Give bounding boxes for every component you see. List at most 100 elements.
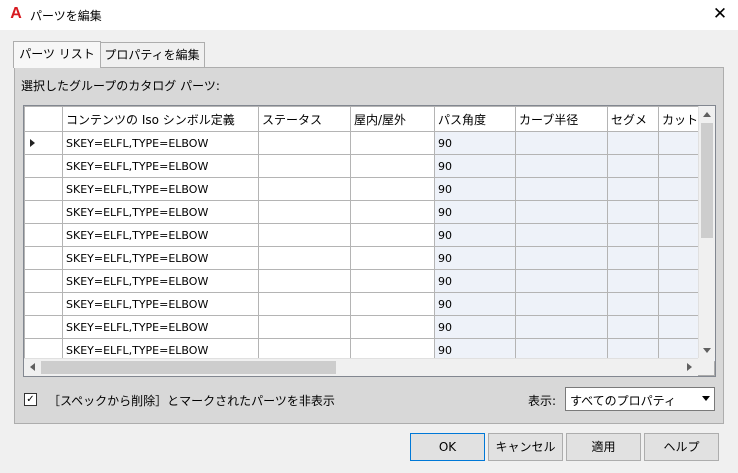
table-cell[interactable] — [258, 292, 351, 316]
scroll-up-icon[interactable] — [699, 106, 715, 122]
row-header[interactable] — [24, 246, 63, 270]
table-row[interactable]: SKEY=ELFL,TYPE=ELBOW 90 — [24, 292, 715, 316]
row-header[interactable] — [24, 315, 63, 339]
tab-edit-properties[interactable]: プロパティを編集 — [99, 42, 205, 67]
table-cell[interactable]: 90 — [434, 223, 516, 247]
table-row[interactable]: SKEY=ELFL,TYPE=ELBOW 90 — [24, 315, 715, 339]
column-header[interactable]: 屋内/屋外 — [350, 106, 435, 132]
close-icon[interactable]: ✕ — [706, 2, 734, 26]
table-row[interactable]: SKEY=ELFL,TYPE=ELBOW 90 — [24, 269, 715, 293]
help-button[interactable]: ヘルプ — [644, 433, 719, 461]
table-cell[interactable] — [350, 246, 435, 270]
ok-button[interactable]: OK — [410, 433, 485, 461]
table-cell[interactable] — [515, 269, 608, 293]
table-cell[interactable]: SKEY=ELFL,TYPE=ELBOW — [62, 269, 259, 293]
table-cell[interactable] — [258, 131, 351, 155]
table-cell[interactable]: SKEY=ELFL,TYPE=ELBOW — [62, 246, 259, 270]
table-cell[interactable]: 90 — [434, 269, 516, 293]
table-cell[interactable] — [350, 223, 435, 247]
table-cell[interactable] — [607, 292, 659, 316]
column-header[interactable]: コンテンツの Iso シンボル定義 — [62, 106, 259, 132]
row-header[interactable] — [24, 292, 63, 316]
table-cell[interactable] — [350, 154, 435, 178]
table-cell[interactable] — [607, 246, 659, 270]
row-header[interactable] — [24, 223, 63, 247]
table-cell[interactable] — [607, 269, 659, 293]
table-cell[interactable]: SKEY=ELFL,TYPE=ELBOW — [62, 200, 259, 224]
row-header[interactable] — [24, 269, 63, 293]
scroll-left-icon[interactable] — [24, 359, 40, 375]
title-bar: A パーツを編集 ✕ — [0, 0, 738, 30]
tab-parts-list[interactable]: パーツ リスト — [13, 41, 101, 68]
display-select[interactable]: すべてのプロパティ — [565, 387, 715, 411]
row-header[interactable] — [24, 200, 63, 224]
table-cell[interactable] — [258, 315, 351, 339]
table-cell[interactable]: 90 — [434, 131, 516, 155]
column-header[interactable]: ステータス — [258, 106, 351, 132]
table-cell[interactable]: SKEY=ELFL,TYPE=ELBOW — [62, 177, 259, 201]
table-cell[interactable] — [607, 223, 659, 247]
table-cell[interactable]: 90 — [434, 292, 516, 316]
table-cell[interactable]: SKEY=ELFL,TYPE=ELBOW — [62, 154, 259, 178]
table-cell[interactable]: SKEY=ELFL,TYPE=ELBOW — [62, 292, 259, 316]
table-cell[interactable] — [258, 269, 351, 293]
scrollbar-corner — [698, 358, 714, 375]
column-header[interactable]: カーブ半径 — [515, 106, 608, 132]
table-row[interactable]: SKEY=ELFL,TYPE=ELBOW 90 — [24, 223, 715, 247]
table-cell[interactable]: 90 — [434, 177, 516, 201]
table-cell[interactable] — [258, 200, 351, 224]
vertical-scrollbar[interactable] — [698, 106, 715, 358]
table-row[interactable]: SKEY=ELFL,TYPE=ELBOW 90 — [24, 246, 715, 270]
table-cell[interactable] — [515, 200, 608, 224]
row-header[interactable] — [24, 177, 63, 201]
horizontal-scrollbar[interactable] — [24, 358, 698, 376]
table-cell[interactable] — [607, 154, 659, 178]
table-cell[interactable] — [258, 246, 351, 270]
apply-button[interactable]: 適用 — [566, 433, 641, 461]
row-header[interactable] — [24, 131, 63, 155]
table-cell[interactable] — [607, 177, 659, 201]
column-header[interactable]: セグメ — [607, 106, 659, 132]
table-cell[interactable] — [515, 177, 608, 201]
table-cell[interactable]: 90 — [434, 246, 516, 270]
cancel-button[interactable]: キャンセル — [488, 433, 563, 461]
column-header[interactable]: パス角度 — [434, 106, 516, 132]
table-cell[interactable] — [607, 200, 659, 224]
table-row[interactable]: SKEY=ELFL,TYPE=ELBOW 90 — [24, 154, 715, 178]
scroll-down-icon[interactable] — [699, 342, 715, 358]
table-cell[interactable] — [607, 315, 659, 339]
table-cell[interactable] — [515, 223, 608, 247]
table-cell[interactable] — [607, 131, 659, 155]
hide-deleted-checkbox[interactable]: ✓ — [24, 393, 37, 406]
table-cell[interactable]: 90 — [434, 154, 516, 178]
panel-label: 選択したグループのカタログ パーツ: — [21, 79, 220, 93]
table-cell[interactable] — [515, 154, 608, 178]
table-cell[interactable] — [350, 177, 435, 201]
table-cell[interactable] — [350, 292, 435, 316]
table-cell[interactable] — [258, 154, 351, 178]
table-cell[interactable] — [350, 131, 435, 155]
scroll-right-icon[interactable] — [681, 359, 697, 375]
table-cell[interactable] — [515, 131, 608, 155]
table-cell[interactable]: SKEY=ELFL,TYPE=ELBOW — [62, 223, 259, 247]
table-cell[interactable] — [350, 200, 435, 224]
table-cell[interactable]: 90 — [434, 315, 516, 339]
table-row[interactable]: SKEY=ELFL,TYPE=ELBOW 90 — [24, 177, 715, 201]
table-cell[interactable] — [515, 315, 608, 339]
table-cell[interactable] — [350, 269, 435, 293]
table-cell[interactable] — [350, 315, 435, 339]
table-cell[interactable] — [258, 177, 351, 201]
table-cell[interactable]: SKEY=ELFL,TYPE=ELBOW — [62, 315, 259, 339]
table-cell[interactable]: SKEY=ELFL,TYPE=ELBOW — [62, 131, 259, 155]
vertical-scroll-thumb[interactable] — [701, 123, 713, 238]
window-title: パーツを編集 — [30, 9, 102, 23]
table-cell[interactable] — [515, 246, 608, 270]
horizontal-scroll-thumb[interactable] — [41, 361, 336, 374]
table-cell[interactable] — [515, 292, 608, 316]
table-row[interactable]: SKEY=ELFL,TYPE=ELBOW 90 — [24, 200, 715, 224]
table-row[interactable]: SKEY=ELFL,TYPE=ELBOW 90 — [24, 131, 715, 155]
table-cell[interactable]: 90 — [434, 200, 516, 224]
table-cell[interactable] — [258, 223, 351, 247]
row-header[interactable] — [24, 154, 63, 178]
current-row-arrow-icon — [30, 138, 35, 147]
